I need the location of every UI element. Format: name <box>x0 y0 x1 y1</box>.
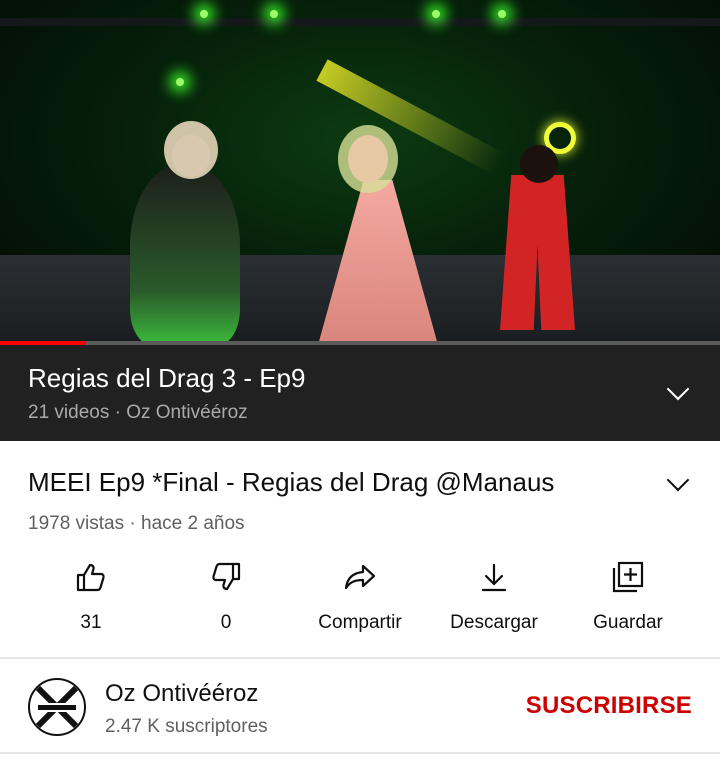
stage-light <box>432 10 440 18</box>
stage-truss <box>0 18 720 26</box>
add-to-playlist-icon <box>612 561 644 593</box>
performer-head <box>348 135 388 183</box>
video-player[interactable] <box>0 0 720 345</box>
subscriber-count: 2.47 K suscriptores <box>105 716 268 737</box>
action-bar: 31 0 Compartir Descargar Guardar <box>0 560 720 640</box>
download-label: Descargar <box>450 612 538 633</box>
video-meta: 1978 vistas · hace 2 años <box>28 513 245 534</box>
stage-light <box>176 78 184 86</box>
subscribe-button[interactable]: SUSCRIBIRSE <box>526 692 692 720</box>
divider <box>0 657 720 659</box>
performer-black-gown <box>130 165 240 345</box>
light-beam <box>316 59 505 175</box>
download-icon <box>481 563 507 592</box>
playlist-title: Regias del Drag 3 - Ep9 <box>28 363 306 393</box>
video-title: MEEI Ep9 *Final - Regias del Drag @Manau… <box>28 467 555 497</box>
channel-logo <box>35 685 79 729</box>
performer-head <box>520 145 558 183</box>
channel-name[interactable]: Oz Ontivééroz <box>105 680 258 708</box>
performer-head <box>172 135 210 177</box>
share-icon <box>344 564 376 590</box>
chevron-down-icon[interactable] <box>666 468 690 492</box>
playlist-panel[interactable]: Regias del Drag 3 - Ep9 21 videos · Oz O… <box>0 345 720 441</box>
stage-light <box>200 10 208 18</box>
share-label: Compartir <box>318 612 402 633</box>
stage-light <box>270 10 278 18</box>
chevron-down-icon[interactable] <box>666 377 690 401</box>
stage-light <box>498 10 506 18</box>
thumbs-up-icon <box>76 563 105 592</box>
channel-avatar[interactable] <box>28 678 86 736</box>
save-label: Guardar <box>593 612 663 633</box>
save-button[interactable]: Guardar <box>558 560 698 634</box>
dislike-button[interactable]: 0 <box>156 560 296 634</box>
dislike-count: 0 <box>220 612 232 633</box>
divider <box>0 752 720 754</box>
like-button[interactable]: 31 <box>21 560 161 634</box>
download-button[interactable]: Descargar <box>424 560 564 634</box>
playlist-subtitle: 21 videos · Oz Ontivééroz <box>28 402 248 423</box>
thumbs-down-icon <box>212 562 241 591</box>
share-button[interactable]: Compartir <box>290 560 430 634</box>
like-count: 31 <box>80 612 102 633</box>
